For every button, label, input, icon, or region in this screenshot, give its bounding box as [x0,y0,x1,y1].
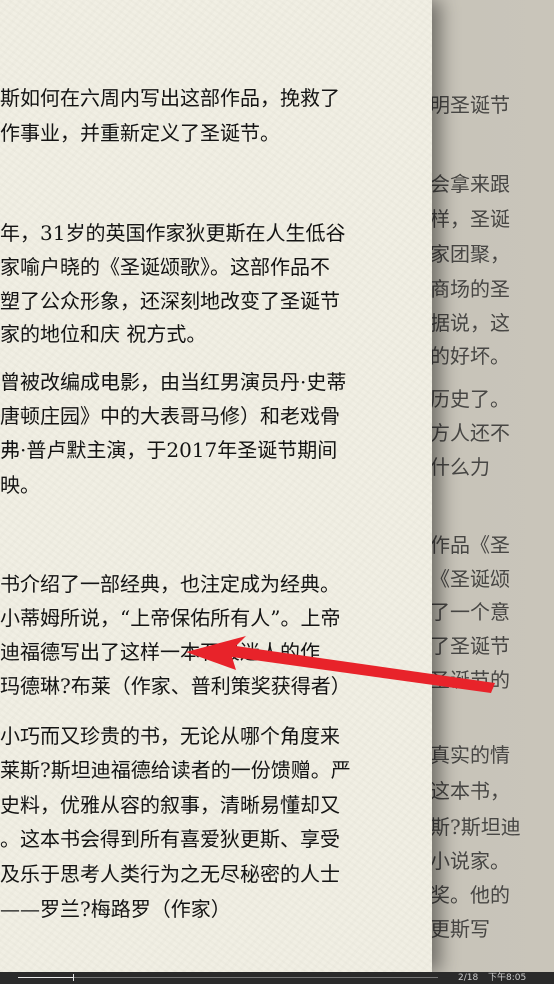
page-text-line: 曾被改编成电影，由当红男演员丹·史蒂 [0,370,347,394]
reading-progress-handle[interactable] [73,974,74,981]
page-text-line: 书介绍了一部经典，也注定成为经典。 [0,572,340,596]
next-page-line: 明圣诞节 [430,93,510,117]
next-page-line: 真实的情 [430,743,510,767]
reading-progress-fill [18,977,73,978]
next-page-line: 据说，这 [430,311,510,335]
next-page-line: 小说家。 [430,849,510,873]
page-text-line: 家喻户晓的《圣诞颂歌》。这部作品不 [0,255,330,279]
next-page-line: 这本书， [430,779,510,803]
page-text-line: 塑了公众形象，还深刻地改变了圣诞节 [0,289,340,313]
page-indicator: 2/18 [458,973,479,983]
next-page-line: 历史了。 [430,387,510,411]
page-text-line: 斯如何在六周内写出这部作品，挽救了 [0,86,340,110]
next-page-line: 商场的圣 [430,277,510,301]
next-page-line: 了圣诞节 [430,634,510,658]
page-text-line: 。这本书会得到所有喜爱狄更斯、享受 [0,827,340,851]
next-page-line: 更斯写 [430,917,490,941]
status-bar: 2/18 下午8:05 [0,972,554,984]
page-text-line: 小巧而又珍贵的书，无论从哪个角度来 [0,724,340,748]
page-text-line: 映。 [0,473,40,497]
next-page-line: 家团聚， [430,242,510,266]
page-text-line: 年，31岁的英国作家狄更斯在人生低谷 [0,221,346,245]
page-text-line: 家的地位和庆 祝方式。 [0,322,207,346]
next-page-line: 方人还不 [430,421,510,445]
next-page-line: 的好坏。 [430,344,510,368]
next-page-line: 作品《圣 [430,533,510,557]
current-page[interactable]: 斯如何在六周内写出这部作品，挽救了 作事业，并重新定义了圣诞节。 年，31岁的英… [0,0,432,972]
page-text-line: 莱斯?斯坦迪福德给读者的一份馈赠。严 [0,758,351,782]
next-page-line: 什么力 [430,455,490,479]
page-text-line: 弗·普卢默主演，于2017年圣诞节期间 [0,438,338,462]
next-page-line: 会拿来跟 [430,172,510,196]
next-page-line: 《圣诞颂 [430,567,510,591]
reading-progress-bar[interactable] [18,974,438,981]
page-text-line: 玛德琳?布莱（作家、普利策奖获得者） [0,674,351,698]
page-text-line: 史料，优雅从容的叙事，清晰易懂却又 [0,793,340,817]
page-text-line: 及乐于思考人类行为之无尽秘密的人士 [0,862,340,886]
next-page-line: 斯?斯坦迪 [430,815,521,839]
next-page-line: 圣诞节的 [430,668,510,692]
next-page-line: 了一个意 [430,600,510,624]
page-text-line: 小蒂姆所说，“上帝保佑所有人”。上帝 [0,606,341,630]
page-text-line: 唐顿庄园》中的大表哥马修）和老戏骨 [0,404,340,428]
next-page-line: 奖。他的 [430,883,510,907]
page-text-line: 迪福德写出了这样一本石般迷人的作 [0,640,320,664]
page-text-line: ——罗兰?梅路罗（作家） [0,897,231,921]
next-page-line: 样，圣诞 [430,207,510,231]
clock: 下午8:05 [488,973,527,983]
page-text-line: 作事业，并重新定义了圣诞节。 [0,121,280,145]
